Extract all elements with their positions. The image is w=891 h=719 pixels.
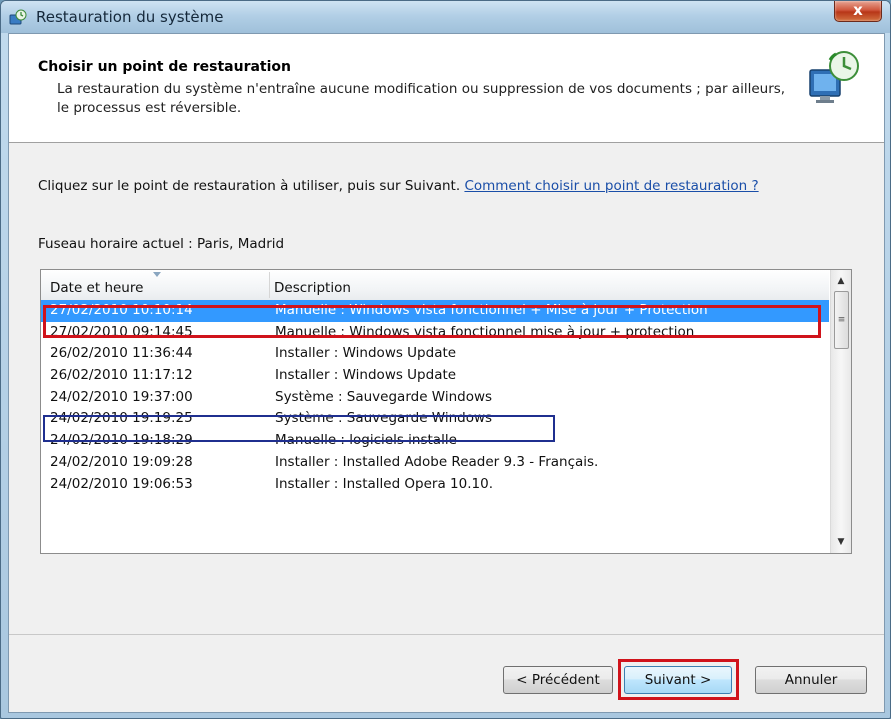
list-item[interactable]: 27/02/2010 10:10:14 Manuelle : Windows vi…: [41, 300, 829, 322]
help-link[interactable]: Comment choisir un point de restauration…: [464, 178, 758, 194]
list-item[interactable]: 24/02/2010 19:18:29 Manuelle : logiciels …: [41, 430, 829, 452]
vertical-scrollbar[interactable]: ▲ ≡ ▼: [830, 270, 851, 553]
restore-point-date: 24/02/2010 19:37:00: [50, 388, 193, 405]
scroll-thumb[interactable]: ≡: [834, 291, 849, 349]
restore-window: Restauration du système x Choisir un poi…: [0, 0, 891, 719]
restore-point-description: Système : Sauvegarde Windows: [275, 410, 493, 427]
column-header-description[interactable]: Description: [274, 270, 814, 300]
window-title: Restauration du système: [36, 8, 224, 26]
restore-point-description: Système : Sauvegarde Windows: [275, 388, 493, 405]
scroll-up-arrow-icon[interactable]: ▲: [831, 272, 851, 290]
title-bar[interactable]: Restauration du système x: [1, 1, 890, 33]
restore-computer-icon: [809, 51, 859, 103]
restore-point-date: 24/02/2010 19:18:29: [50, 432, 193, 449]
list-rows: 27/02/2010 10:10:14 Manuelle : Windows vi…: [41, 300, 829, 495]
restore-point-description: Installer : Windows Update: [275, 367, 457, 384]
sort-arrow-icon: [153, 272, 161, 277]
list-item[interactable]: 26/02/2010 11:17:12 Installer : Windows U…: [41, 365, 829, 387]
restore-point-date: 24/02/2010 19:09:28: [50, 453, 193, 470]
list-header: Date et heure Description: [41, 270, 829, 301]
restore-point-description: Installer : Installed Opera 10.10.: [275, 475, 493, 492]
list-item[interactable]: 24/02/2010 19:06:53 Installer : Installed…: [41, 474, 829, 496]
restore-point-date: 26/02/2010 11:17:12: [50, 367, 193, 384]
scroll-down-arrow-icon[interactable]: ▼: [831, 533, 851, 551]
list-item[interactable]: 24/02/2010 19:37:00 Système : Sauvegarde …: [41, 387, 829, 409]
restore-point-date: 27/02/2010 10:10:14: [50, 302, 193, 318]
dialog-client: Choisir un point de restauration La rest…: [8, 33, 885, 713]
page-title: Choisir un point de restauration: [38, 59, 292, 75]
list-item[interactable]: 24/02/2010 19:19:25 Système : Sauvegarde …: [41, 408, 829, 430]
dialog-footer: < Précédent Suivant > Annuler: [9, 635, 884, 712]
restore-point-description: Installer : Installed Adobe Reader 9.3 -…: [275, 453, 599, 470]
restore-point-date: 26/02/2010 11:36:44: [50, 345, 193, 362]
page-description: La restauration du système n'entraîne au…: [57, 81, 786, 116]
instructions: Cliquez sur le point de restauration à u…: [38, 178, 759, 194]
column-separator[interactable]: [269, 272, 270, 298]
close-button[interactable]: x: [834, 1, 882, 22]
restore-point-date: 24/02/2010 19:06:53: [50, 475, 193, 492]
restore-point-date: 24/02/2010 19:19:25: [50, 410, 193, 427]
restore-point-date: 27/02/2010 09:14:45: [50, 323, 193, 340]
restore-points-list[interactable]: Date et heure Description 27/02/2010 10:…: [40, 269, 852, 554]
list-item[interactable]: 27/02/2010 09:14:45 Manuelle : Windows vi…: [41, 322, 829, 344]
restore-point-description: Manuelle : Windows vista fonctionnel mis…: [275, 323, 695, 340]
system-restore-icon: [9, 9, 27, 25]
dialog-header: Choisir un point de restauration La rest…: [9, 34, 884, 143]
timezone-label: Fuseau horaire actuel : Paris, Madrid: [38, 236, 285, 252]
cancel-button[interactable]: Annuler: [755, 666, 867, 694]
previous-button[interactable]: < Précédent: [503, 666, 613, 694]
list-item[interactable]: 26/02/2010 11:36:44 Installer : Windows U…: [41, 343, 829, 365]
list-item[interactable]: 24/02/2010 19:09:28 Installer : Installed…: [41, 452, 829, 474]
instructions-text: Cliquez sur le point de restauration à u…: [38, 178, 465, 194]
restore-point-description: Installer : Windows Update: [275, 345, 457, 362]
next-button[interactable]: Suivant >: [624, 666, 732, 694]
restore-point-description: Manuelle : Windows vista fonctionnel + M…: [275, 302, 708, 318]
restore-point-description: Manuelle : logiciels installe: [275, 432, 457, 449]
